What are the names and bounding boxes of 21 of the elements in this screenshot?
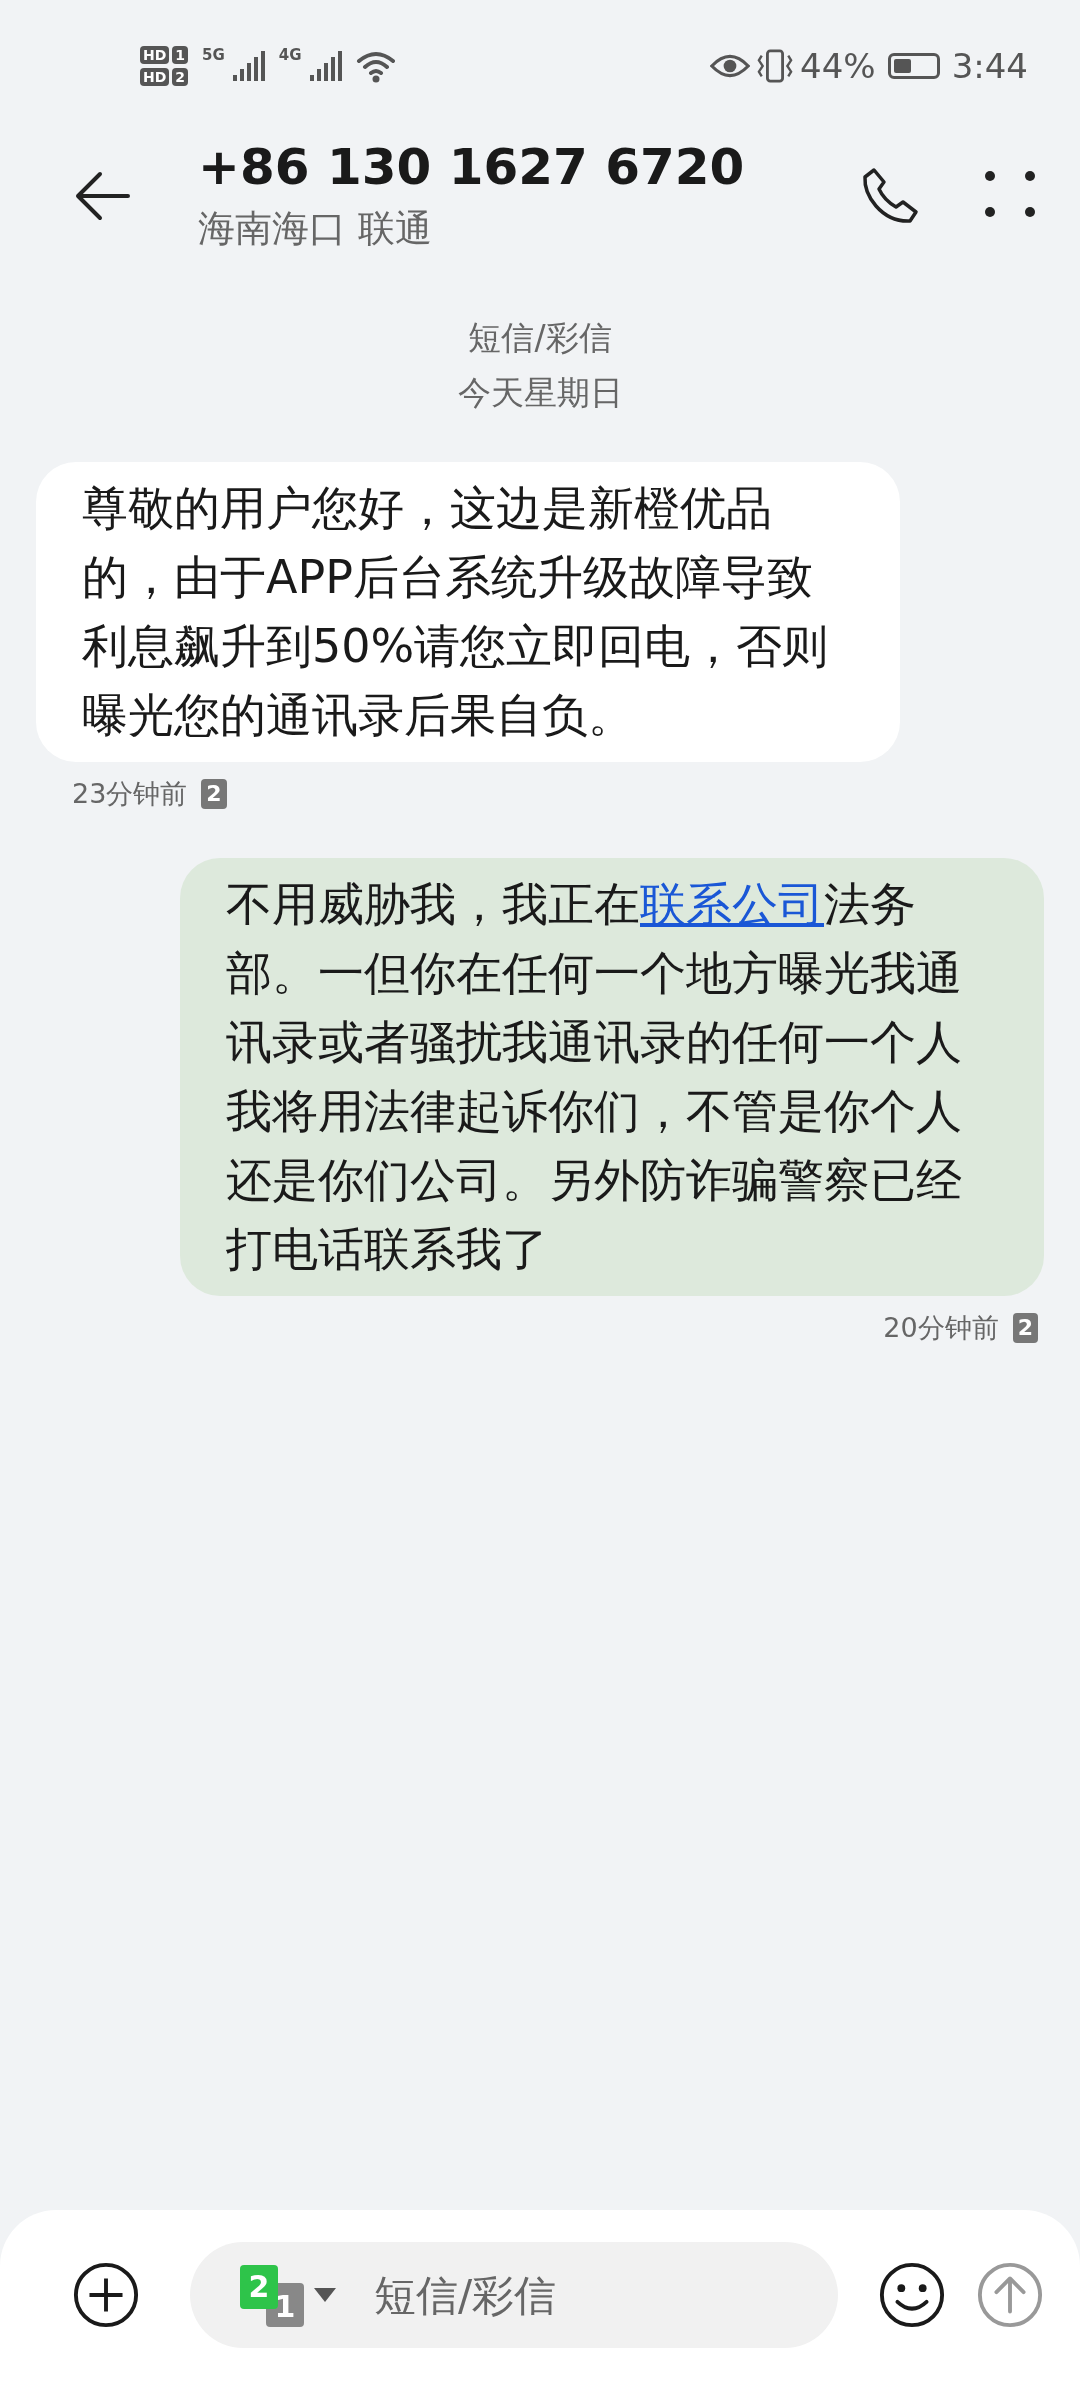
outgoing-message-bubble: 不用威胁我，我正在联系公司法务部。一但你在任何一个地方曝光我通讯录或者骚扰我通讯录的任何一个人我将用法律起诉你们，不管是你个人还是你们公司。另外防诈骗警察已经打电话联系我了 — [180, 858, 1044, 1296]
battery-percent: 44% — [800, 46, 876, 86]
sim-badge: 2 — [1012, 1313, 1038, 1343]
network-label: 5G — [202, 46, 225, 64]
message-time: 23分钟前 — [72, 777, 188, 811]
incoming-message-bubble: 尊敬的用户您好，这边是新橙优品的，由于APP后台系统升级故障导致利息飙升到50%请您立即回电，否则曝光您的通讯录后果自负。 — [36, 462, 900, 762]
contact-number: +86 130 1627 6720 — [198, 138, 746, 196]
clock: 3:44 — [951, 46, 1028, 86]
contact-location: 海南海口 联通 — [198, 206, 433, 252]
date-label: 今天星期日 — [456, 372, 624, 414]
sim-card-label: 2 — [240, 2265, 278, 2309]
message-input-field[interactable]: 1 2 短信/彩信 — [190, 2242, 838, 2348]
hd-badge: HD — [140, 68, 170, 86]
sim-badge: 2 — [201, 779, 227, 809]
network-label: 4G — [278, 46, 302, 64]
sim-slot-badge: 2 — [172, 68, 189, 86]
hd-badge: HD — [140, 46, 170, 64]
message-link[interactable]: 联系公司 — [640, 877, 824, 931]
message-time: 20分钟前 — [883, 1311, 999, 1345]
thread-type-label: 短信/彩信 — [467, 317, 613, 359]
sim-slot-badge: 1 — [172, 46, 189, 64]
